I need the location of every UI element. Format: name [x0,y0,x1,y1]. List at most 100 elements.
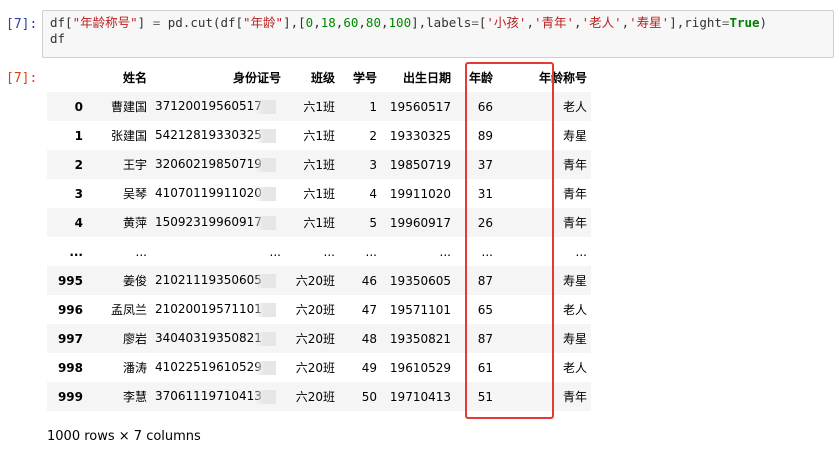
redaction-blur [255,331,276,346]
redaction-blur [255,302,276,317]
cell-class: 六20班 [295,361,335,375]
id-number-text: 32060219850719 [155,157,262,172]
cell-student-no: 5 [369,215,377,230]
cell-student-no: 48 [361,331,377,346]
column-header-birth-date: 出生日期 [402,71,451,85]
cell-name: 王宇 [122,158,147,172]
row-index: 998 [57,360,83,375]
code-token: 60 [343,15,359,30]
cell-id-number: 32060219850719 [151,150,285,179]
cell-student-no: 47 [361,302,377,317]
redaction-blur [255,157,276,172]
redaction-blur [255,215,276,230]
code-token: ],[ [283,15,306,30]
code-token: "年龄" [243,15,284,30]
cell-name: 吴琴 [122,187,147,201]
code-token: , [574,15,582,30]
cell-student-no: 4 [369,186,377,201]
code-editor[interactable]: df["年龄称号"] = pd.cut(df["年龄"],[0,18,60,80… [50,15,767,47]
cell-birth-date: 19850719 [389,157,451,172]
id-number-text: 54212819330325 [155,128,262,143]
code-input-area[interactable]: df["年龄称号"] = pd.cut(df["年龄"],[0,18,60,80… [42,10,834,58]
cell-id-number: 37061119710413 [151,382,285,411]
redaction-blur [255,186,276,201]
row-index: 2 [74,157,83,172]
cell-student-no: 2 [369,128,377,143]
cell-class: 六1班 [303,100,335,114]
cell-name: 廖岩 [122,332,147,346]
code-token: '青年' [533,15,575,30]
code-token: True [729,15,760,30]
row-index: ... [69,244,83,259]
code-token: ) [759,15,768,30]
id-number-text: 15092319960917 [155,215,262,230]
cell-name: 潘涛 [122,361,147,375]
cell-id-number: 37120019560517 [151,92,285,121]
code-token: ],right [669,15,722,30]
code-token: , [380,15,389,30]
row-index: 996 [57,302,83,317]
cell-class: ... [323,244,335,259]
cell-birth-date: 19571101 [389,302,451,317]
cell-id-number: 41070119911020 [151,179,285,208]
cell-class: 六20班 [295,390,335,404]
cell-class: 六20班 [295,332,335,346]
cell-birth-date: 19330325 [389,128,451,143]
redaction-blur [255,99,276,114]
cell-student-no: 49 [361,360,377,375]
column-header-student-no: 学号 [352,71,377,85]
code-token: = [471,15,479,30]
cell-birth-date: 19911020 [389,186,451,201]
code-token: df[ [50,15,73,30]
redaction-blur [255,273,276,288]
id-number-text: 37120019560517 [155,99,262,114]
cell-id-number: 21020019571101 [151,295,285,324]
code-token: 100 [388,15,412,30]
cell-id-number: 54212819330325 [151,121,285,150]
row-index: 999 [57,389,83,404]
cell-id-number: 15092319960917 [151,208,285,237]
id-number-text: 37061119710413 [155,389,262,404]
cell-name: 李慧 [122,390,147,404]
input-prompt: [7]: [6,17,38,32]
row-index: 995 [57,273,83,288]
row-index: 4 [74,215,83,230]
cell-class: 六1班 [303,129,335,143]
dataframe-shape-text: 1000 rows × 7 columns [47,429,201,444]
cell-name: 曹建国 [110,100,147,114]
id-number-text: 21020019571101 [155,302,262,317]
column-header-name: 姓名 [122,71,147,85]
cell-name: ... [135,244,147,259]
cell-student-no: 1 [369,99,377,114]
cell-birth-date: 19610529 [389,360,451,375]
cell-name: 姜俊 [122,274,147,288]
cell-birth-date: ... [439,244,451,259]
column-header-class: 班级 [310,71,335,85]
row-index: 997 [57,331,83,346]
cell-class: 六20班 [295,303,335,317]
redaction-blur [255,360,276,375]
code-token: ],labels [411,15,472,30]
cell-student-no: ... [365,244,377,259]
cell-student-no: 3 [369,157,377,172]
cell-class: 六20班 [295,274,335,288]
cell-id-number: 34040319350821 [151,324,285,353]
cell-student-no: 46 [361,273,377,288]
cell-name: 孟凤兰 [110,303,147,317]
cell-birth-date: 19710413 [389,389,451,404]
code-token: '小孩' [486,15,527,30]
code-token: 18 [320,15,336,30]
cell-student-no: 50 [361,389,377,404]
code-token: 80 [365,15,381,30]
cell-name: 黄萍 [122,216,147,230]
cell-birth-date: 19560517 [389,99,451,114]
id-number-text: 21021119350605 [155,273,262,288]
cell-id-number: ... [269,244,281,259]
cell-class: 六1班 [303,158,335,172]
cell-birth-date: 19350605 [389,273,451,288]
cell-id-number: 41022519610529 [151,353,285,382]
cell-birth-date: 19960917 [389,215,451,230]
id-number-text: 34040319350821 [155,331,262,346]
column-header-id-number: 身份证号 [232,71,281,85]
redaction-blur [255,389,276,404]
